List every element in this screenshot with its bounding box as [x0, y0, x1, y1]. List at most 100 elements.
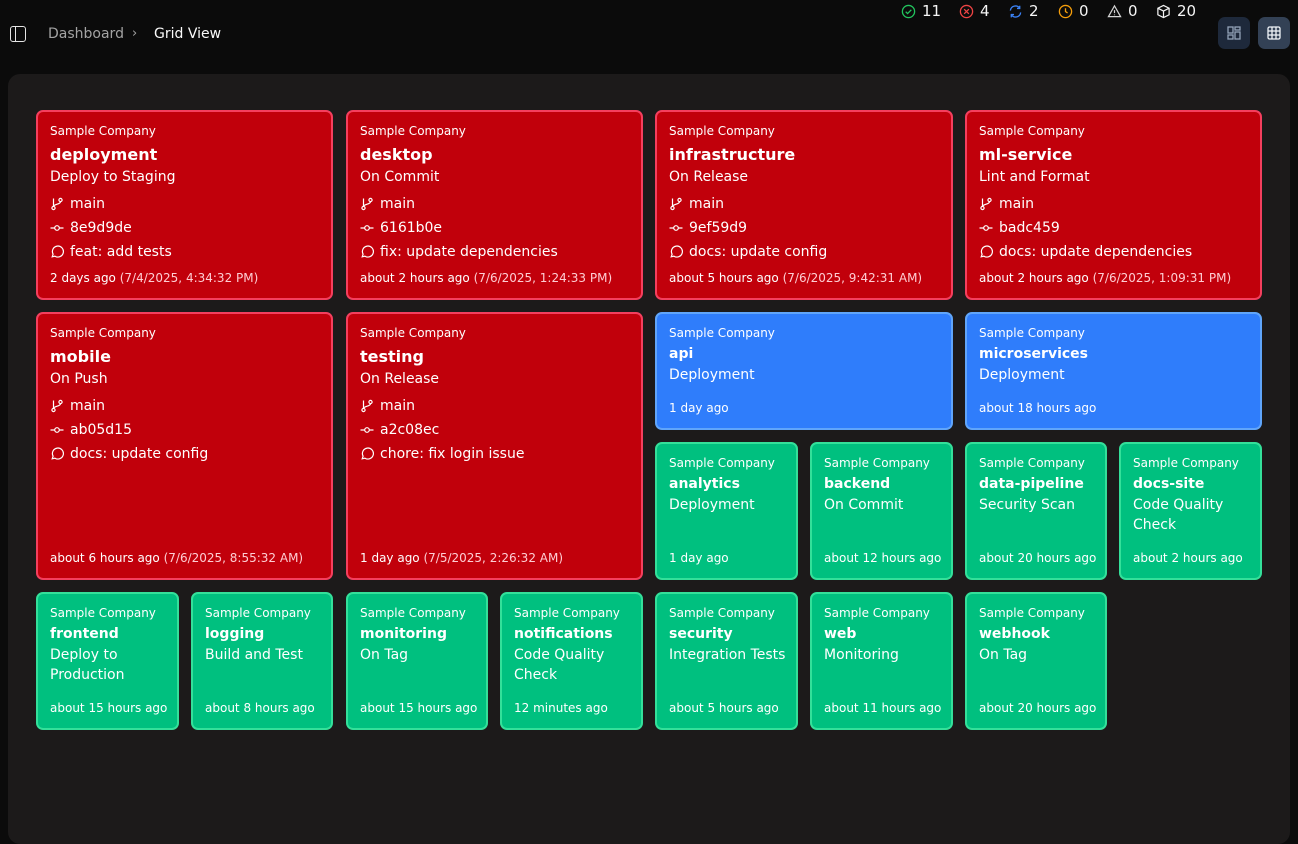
repo-name: monitoring [360, 625, 447, 643]
workflow-card[interactable]: Sample Company notifications Code Qualit… [500, 592, 643, 730]
git-branch-icon [360, 197, 374, 211]
sidebar-toggle-icon[interactable] [10, 26, 26, 42]
workflow-name: On Tag [360, 645, 478, 665]
message-row: docs: update config [50, 445, 208, 463]
time-absolute: (7/6/2025, 9:42:31 AM) [783, 271, 923, 285]
stat-total: 20 [1156, 0, 1196, 22]
workflow-card[interactable]: Sample Company backend On Commit about 1… [810, 442, 953, 580]
company-name: Sample Company [1133, 455, 1239, 471]
stat-success: 11 [901, 0, 941, 22]
message-row: feat: add tests [50, 243, 172, 261]
git-commit-icon [669, 221, 683, 235]
time-row: about 6 hours ago (7/6/2025, 8:55:32 AM) [50, 550, 303, 566]
view-compact-button[interactable] [1218, 17, 1250, 49]
workflow-name: Deploy to Production [50, 645, 169, 685]
commit-message: fix: update dependencies [380, 243, 558, 261]
workflow-card[interactable]: Sample Company ml-service Lint and Forma… [965, 110, 1262, 300]
message-circle-icon [360, 447, 374, 461]
package-icon [1156, 4, 1171, 19]
company-name: Sample Company [360, 605, 466, 621]
git-branch-icon [360, 399, 374, 413]
branch-row: main [360, 397, 415, 415]
time-absolute: (7/5/2025, 2:26:32 AM) [423, 551, 563, 565]
time-relative: about 15 hours ago [360, 700, 477, 716]
workflow-card[interactable]: Sample Company webhook On Tag about 20 h… [965, 592, 1107, 730]
repo-name: data-pipeline [979, 475, 1084, 493]
breadcrumb-dashboard[interactable]: Dashboard [48, 24, 124, 44]
branch-row: main [360, 195, 415, 213]
top-bar: Dashboard › Grid View 11 4 2 0 0 20 [0, 0, 1298, 66]
workflow-card[interactable]: Sample Company desktop On Commit main 61… [346, 110, 643, 300]
company-name: Sample Company [824, 455, 930, 471]
time-row: about 2 hours ago (7/6/2025, 1:09:31 PM) [979, 270, 1231, 286]
workflow-card[interactable]: Sample Company mobile On Push main ab05d… [36, 312, 333, 580]
time-relative: about 8 hours ago [205, 700, 315, 716]
commit-hash: ab05d15 [70, 421, 132, 439]
commit-row: 9ef59d9 [669, 219, 747, 237]
repo-name: ml-service [979, 144, 1072, 166]
time-absolute: (7/4/2025, 4:34:32 PM) [120, 271, 259, 285]
company-name: Sample Company [979, 123, 1085, 139]
layout-dashboard-icon [1226, 25, 1242, 41]
message-row: docs: update config [669, 243, 827, 261]
commit-row: 6161b0e [360, 219, 442, 237]
time-row: about 2 hours ago (7/6/2025, 1:24:33 PM) [360, 270, 612, 286]
workflow-card[interactable]: Sample Company web Monitoring about 11 h… [810, 592, 953, 730]
workflow-card[interactable]: Sample Company logging Build and Test ab… [191, 592, 333, 730]
workflow-card[interactable]: Sample Company security Integration Test… [655, 592, 798, 730]
time-relative: about 11 hours ago [824, 700, 941, 716]
branch-name: main [380, 397, 415, 415]
time-relative: 1 day ago [669, 400, 729, 416]
repo-name: api [669, 345, 693, 363]
repo-name: security [669, 625, 733, 643]
git-commit-icon [360, 423, 374, 437]
message-circle-icon [669, 245, 683, 259]
workflow-name: Lint and Format [979, 168, 1090, 186]
company-name: Sample Company [669, 605, 775, 621]
time-row: about 5 hours ago (7/6/2025, 9:42:31 AM) [669, 270, 922, 286]
time-relative: 1 day ago [360, 551, 420, 565]
workflow-card[interactable]: Sample Company monitoring On Tag about 1… [346, 592, 488, 730]
time-relative: about 2 hours ago [1133, 550, 1243, 566]
time-relative: about 20 hours ago [979, 700, 1096, 716]
message-row: fix: update dependencies [360, 243, 558, 261]
workflow-name: Code Quality Check [1133, 495, 1252, 535]
repo-name: backend [824, 475, 890, 493]
company-name: Sample Company [360, 325, 466, 341]
branch-row: main [50, 397, 105, 415]
time-row: 2 days ago (7/4/2025, 4:34:32 PM) [50, 270, 258, 286]
workflow-card[interactable]: Sample Company api Deployment 1 day ago [655, 312, 953, 430]
commit-message: docs: update config [689, 243, 827, 261]
view-grid-button[interactable] [1258, 17, 1290, 49]
stat-running: 2 [1008, 0, 1039, 22]
workflow-card[interactable]: Sample Company analytics Deployment 1 da… [655, 442, 798, 580]
git-commit-icon [50, 423, 64, 437]
time-relative: about 15 hours ago [50, 700, 167, 716]
company-name: Sample Company [50, 605, 156, 621]
time-relative: about 5 hours ago [669, 700, 779, 716]
workflow-name: Integration Tests [669, 645, 788, 665]
message-circle-icon [979, 245, 993, 259]
workflow-card[interactable]: Sample Company docs-site Code Quality Ch… [1119, 442, 1262, 580]
workflow-card[interactable]: Sample Company infrastructure On Release… [655, 110, 953, 300]
company-name: Sample Company [669, 325, 775, 341]
grid-icon [1266, 25, 1282, 41]
stat-failed: 4 [959, 0, 990, 22]
stat-pending: 0 [1058, 0, 1089, 22]
git-commit-icon [50, 221, 64, 235]
workflow-card[interactable]: Sample Company frontend Deploy to Produc… [36, 592, 179, 730]
workflow-card[interactable]: Sample Company microservices Deployment … [965, 312, 1262, 430]
message-circle-icon [360, 245, 374, 259]
commit-hash: a2c08ec [380, 421, 439, 439]
time-relative: about 12 hours ago [824, 550, 941, 566]
stat-pending-count: 0 [1079, 2, 1089, 20]
workflow-name: On Commit [824, 495, 943, 515]
workflow-card[interactable]: Sample Company testing On Release main a… [346, 312, 643, 580]
branch-name: main [70, 195, 105, 213]
refresh-icon [1008, 4, 1023, 19]
stat-warning: 0 [1107, 0, 1138, 22]
workflow-card[interactable]: Sample Company deployment Deploy to Stag… [36, 110, 333, 300]
repo-name: frontend [50, 625, 119, 643]
workflow-card[interactable]: Sample Company data-pipeline Security Sc… [965, 442, 1107, 580]
time-row: 1 day ago (7/5/2025, 2:26:32 AM) [360, 550, 563, 566]
